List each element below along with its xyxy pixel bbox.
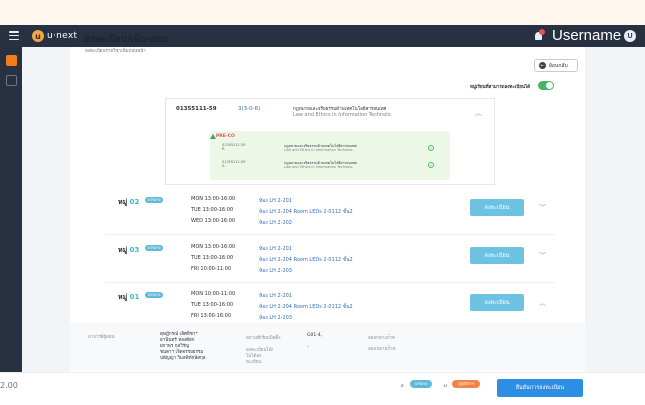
logo-text: u·next xyxy=(47,31,78,41)
subject-credit: 3(3-0-6) xyxy=(238,106,261,112)
subject-code: 01355111-59 xyxy=(176,106,217,112)
sidebar-item-register[interactable] xyxy=(6,55,17,66)
back-button-label: ย้อนกลับ xyxy=(549,62,568,69)
lab-legend-badge: ปฏิบัติการ xyxy=(452,380,480,388)
sidebar xyxy=(0,47,22,405)
edge-value: 2.00 xyxy=(0,381,18,390)
lecture-badge: บรรยาย xyxy=(145,292,163,298)
confirm-registration-button[interactable]: ยืนยันการลงทะเบียน xyxy=(497,379,583,397)
chevron-up-icon[interactable]: ︿ xyxy=(539,298,546,308)
chevron-down-icon[interactable]: ﹀ xyxy=(539,251,546,261)
sidebar-item-history[interactable] xyxy=(6,75,17,86)
section-detail: อาจารย์ผู้สอน ดุษฎีกรณ์ เลิศทิชา* ธานินท… xyxy=(70,323,585,371)
check-circle-icon: ✓ xyxy=(428,145,434,151)
arrow-left-icon: ← xyxy=(539,62,546,69)
subject-card: 01355111-59 3(3-0-6) กฎหมายและจริยธรรมด้… xyxy=(165,98,495,185)
chevron-up-icon[interactable]: ︿ xyxy=(475,108,482,118)
page-subtitle: ลงทะเบียนรายวิชาเพิ่มก่อนหน้า xyxy=(85,49,146,54)
logo-mark-icon: u xyxy=(32,30,44,42)
menu-icon[interactable] xyxy=(9,31,19,41)
lecture-badge: บรรยาย xyxy=(145,197,163,203)
username[interactable]: Username xyxy=(552,27,621,45)
page-title: ลงทะเบียน/เพิ่ม-ถอน xyxy=(84,34,169,45)
toggle-label: หมู่เรียนที่สามารถลงทะเบียนได้ xyxy=(470,85,531,90)
lecture-legend-badge: บรรยาย xyxy=(410,380,432,388)
section-row: หมู่ 02 บรรยาย MON 13:00-16:00 TUE 13:00… xyxy=(105,191,555,235)
subject-name-en: Law and Ethics in Information Technolo. xyxy=(293,112,393,118)
back-button[interactable]: ← ย้อนกลับ xyxy=(534,59,578,72)
prerequisite-box: PRE-CO 01355111-59 R- กฎหมายและจริยธรรมด้… xyxy=(210,131,450,180)
lecture-badge: บรรยาย xyxy=(145,245,163,251)
subject-name-th: กฎหมายและจริยธรรมด้านเทคโนโลยีสารสนเทศ xyxy=(293,107,387,112)
section-name: หมู่ 01 xyxy=(118,293,140,301)
avatar[interactable]: U xyxy=(624,30,636,42)
teacher-label: อาจารย์ผู้สอน xyxy=(88,335,115,340)
section-name: หมู่ 02 xyxy=(118,198,140,206)
prereq-title: PRE-CO xyxy=(216,134,235,139)
bell-icon[interactable] xyxy=(534,29,546,43)
available-sections-toggle[interactable] xyxy=(538,81,554,90)
check-circle-icon: ✓ xyxy=(428,162,434,168)
app-logo[interactable]: u u·next xyxy=(32,29,77,43)
section-name: หมู่ 03 xyxy=(118,246,140,254)
chevron-down-icon[interactable]: ﹀ xyxy=(539,203,546,213)
section-row: หมู่ 03 บรรยาย MON 13:00-16:00 TUE 13:00… xyxy=(105,239,555,283)
notification-dot xyxy=(539,29,545,35)
register-button[interactable]: ลงทะเบียน xyxy=(470,294,524,311)
bottom-bar: 2.00 ส บรรยาย ป ปฏิบัติการ ยืนยันการลงทะ… xyxy=(0,372,645,405)
register-button[interactable]: ลงทะเบียน xyxy=(470,247,524,264)
register-button[interactable]: ลงทะเบียน xyxy=(470,199,524,216)
